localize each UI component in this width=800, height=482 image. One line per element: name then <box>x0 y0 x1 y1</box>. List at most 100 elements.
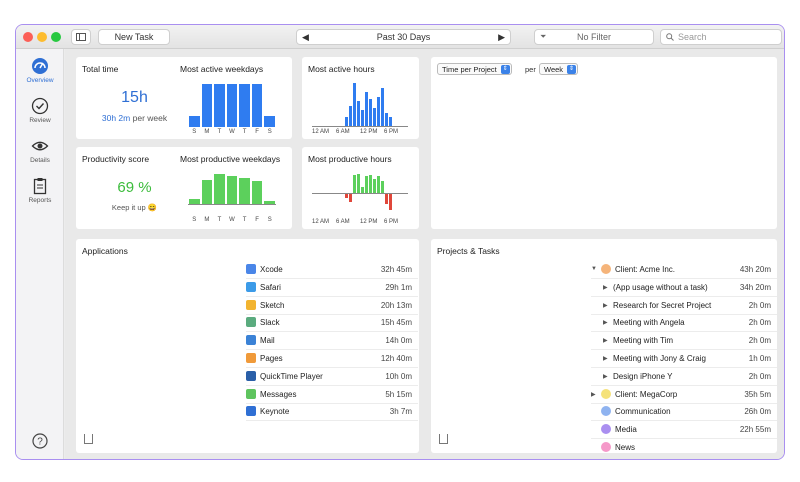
app-name: QuickTime Player <box>260 371 323 381</box>
weekday-bar <box>251 84 263 127</box>
card-title: Applications <box>82 246 128 256</box>
sidebar-item-review[interactable]: Review <box>16 97 64 124</box>
app-row[interactable]: Pages 12h 40m <box>246 350 418 368</box>
hour-bar <box>364 176 368 193</box>
disclosure-collapsed-icon[interactable]: ▶ <box>603 355 608 362</box>
date-range-selector[interactable]: ◀ Past 30 Days ▶ <box>296 29 511 45</box>
app-duration: 14h 0m <box>385 336 412 346</box>
app-row[interactable]: Sketch 20h 13m <box>246 297 418 315</box>
sidebar-item-details[interactable]: Details <box>16 137 64 164</box>
filter-button[interactable]: ⏷ No Filter <box>534 29 654 45</box>
sidebar-item-overview[interactable]: Overview <box>16 57 64 84</box>
weekday-label: T <box>242 129 247 135</box>
hour-bar <box>388 117 392 126</box>
hour-bar <box>360 110 364 126</box>
weekday-bar <box>226 84 238 127</box>
app-name: Slack <box>260 318 280 328</box>
hour-bar <box>344 194 348 198</box>
project-row[interactable]: ▶ Meeting with Tim 2h 0m <box>591 332 777 351</box>
weekday-label: F <box>255 129 259 135</box>
weekday-label: T <box>217 217 222 223</box>
project-name: Design iPhone Y <box>613 371 673 381</box>
app-icon <box>246 406 256 417</box>
weekday-bar <box>226 176 238 204</box>
disclosure-collapsed-icon[interactable]: ▶ <box>603 373 608 380</box>
productive-weekday-bars <box>188 169 276 205</box>
weekday-label: T <box>217 129 222 135</box>
hour-bar <box>372 108 376 126</box>
project-row[interactable]: Media 22h 55m <box>591 421 777 440</box>
disclosure-collapsed-icon[interactable]: ▶ <box>603 319 608 326</box>
app-row[interactable]: Messages 5h 15m <box>246 386 418 404</box>
hour-bar <box>388 194 392 210</box>
weekday-label: S <box>267 217 272 223</box>
date-range-label: Past 30 Days <box>376 32 431 42</box>
app-duration: 10h 0m <box>385 371 412 381</box>
applications-donut-chart <box>102 287 232 417</box>
weekly-average-unit: per week <box>132 113 168 123</box>
project-row[interactable]: Communication 26h 0m <box>591 403 777 422</box>
disclosure-expanded-icon[interactable]: ▼ <box>591 266 597 272</box>
project-row[interactable]: ▶ Meeting with Jony & Craig 1h 0m <box>591 350 777 368</box>
app-row[interactable]: Keynote 3h 7m <box>246 403 418 422</box>
app-row[interactable]: Safari 29h 1m <box>246 279 418 297</box>
projects-list: ▼ Client: Acme Inc. 43h 20m ▶ (App usage wit… <box>591 261 777 453</box>
hour-label: 6 AM <box>336 129 350 135</box>
app-row[interactable]: Xcode 32h 45m <box>246 261 418 279</box>
hour-labels: 12 AM 6 AM 12 PM 6 PM <box>312 129 408 137</box>
app-icon <box>246 388 256 399</box>
help-button[interactable]: ? <box>16 433 64 451</box>
project-row[interactable]: ▶ Research for Secret Project 2h 0m <box>591 297 777 315</box>
sidebar-label: Details <box>30 157 50 164</box>
close-window-button[interactable] <box>23 32 33 42</box>
project-row[interactable]: ▶ Meeting with Angela 2h 0m <box>591 314 777 333</box>
next-range-icon[interactable]: ▶ <box>498 32 505 43</box>
sidebar-label: Review <box>29 117 51 124</box>
zoom-window-button[interactable] <box>51 32 61 42</box>
sidebar-toggle-button[interactable] <box>71 29 91 45</box>
app-icon <box>246 281 256 292</box>
disclosure-collapsed-icon[interactable]: ▶ <box>603 302 608 309</box>
disclosure-collapsed-icon[interactable]: ▶ <box>603 337 608 344</box>
sidebar-label: Reports <box>28 197 52 204</box>
project-row[interactable]: ▶ (App usage without a task) 34h 20m <box>591 279 777 297</box>
new-task-button[interactable]: New Task <box>98 29 170 45</box>
minimize-window-button[interactable] <box>37 32 47 42</box>
weekday-label: S <box>192 129 197 135</box>
share-icon[interactable] <box>84 434 93 444</box>
app-window: New Task ◀ Past 30 Days ▶ ⏷ No Filter Se… <box>15 24 785 460</box>
disclosure-collapsed-icon[interactable]: ▶ <box>603 284 608 291</box>
project-name: Research for Secret Project <box>613 300 712 310</box>
hour-bars <box>312 81 408 127</box>
project-row[interactable]: ▶ Design iPhone Y 2h 0m <box>591 368 777 386</box>
hour-bar <box>348 194 352 202</box>
disclosure-collapsed-icon[interactable]: ▶ <box>591 391 596 398</box>
app-row[interactable]: Slack 15h 45m <box>246 314 418 333</box>
app-row[interactable]: QuickTime Player 10h 0m <box>246 368 418 386</box>
weekday-label: W <box>229 129 235 135</box>
weekday-label: W <box>229 217 235 223</box>
weekday-label: S <box>192 217 197 223</box>
project-row[interactable]: News <box>591 439 777 453</box>
project-duration: 34h 20m <box>739 282 771 292</box>
project-row[interactable]: ▶ Client: MegaCorp 35h 5m <box>591 386 777 404</box>
eye-icon <box>31 141 49 151</box>
project-color-dot <box>601 406 611 417</box>
projects-donut-chart <box>445 287 575 417</box>
share-icon[interactable] <box>439 434 448 444</box>
sidebar-item-reports[interactable]: Reports <box>16 177 64 204</box>
weekday-label: F <box>255 217 259 223</box>
search-placeholder: Search <box>678 32 707 42</box>
hour-bar <box>384 112 388 126</box>
hour-bar <box>364 92 368 126</box>
project-row[interactable]: ▼ Client: Acme Inc. 43h 20m <box>591 261 777 279</box>
weekday-bars <box>188 81 276 127</box>
search-field[interactable]: Search <box>660 29 782 45</box>
hour-bar <box>372 179 376 193</box>
previous-range-icon[interactable]: ◀ <box>302 32 309 43</box>
most-productive-hours-card: Most productive hours 12 AM 6 AM 12 PM 6 PM <box>302 147 419 229</box>
app-icon <box>246 335 256 346</box>
app-row[interactable]: Mail 14h 0m <box>246 332 418 351</box>
app-duration: 20h 13m <box>380 300 412 310</box>
project-duration: 1h 0m <box>748 354 771 363</box>
